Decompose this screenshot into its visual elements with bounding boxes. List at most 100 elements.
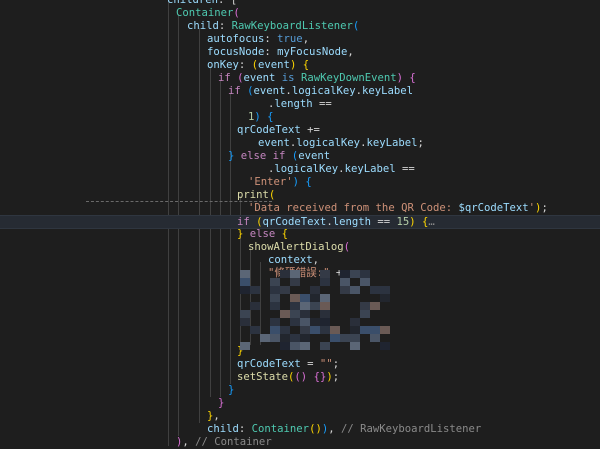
code-line[interactable]: print( — [0, 189, 600, 202]
code-token: ; — [541, 202, 548, 214]
code-token: : — [264, 33, 278, 45]
code-line[interactable]: onKey: (event) { — [0, 59, 600, 72]
code-line[interactable]: child: RawKeyboardListener( — [0, 20, 600, 33]
folded-region-indicator[interactable]: … — [428, 216, 434, 228]
code-line[interactable]: } — [0, 397, 600, 410]
code-line-text: .length == — [268, 98, 332, 111]
redaction-pixel — [320, 278, 330, 286]
code-line-text: focusNode: myFocusNode, — [207, 46, 354, 59]
code-token: Container — [251, 423, 310, 435]
code-line-text: 1) { — [248, 111, 274, 124]
code-line-text: child: RawKeyboardListener( — [187, 20, 359, 33]
redaction-pixel — [280, 310, 290, 318]
code-token: { — [409, 72, 416, 84]
code-line[interactable]: ), // Container — [0, 436, 600, 449]
code-line[interactable]: "條碼錯誤:" + — [0, 267, 600, 280]
code-line-text: showAlertDialog( — [248, 241, 350, 254]
redaction-pixel — [310, 318, 320, 326]
redaction-pixel — [270, 326, 280, 334]
code-token: // Container — [195, 436, 272, 448]
code-token: , — [328, 423, 341, 435]
code-token: ( — [249, 216, 263, 228]
code-token: ( — [240, 85, 254, 97]
code-token: == — [312, 98, 332, 110]
redaction-pixel — [290, 294, 300, 302]
code-line[interactable]: Container( — [0, 7, 600, 20]
redaction-pixel — [240, 310, 250, 318]
code-line[interactable]: .logicalKey.keyLabel == — [0, 163, 600, 176]
redaction-pixel — [260, 334, 270, 342]
code-line[interactable]: 'Enter') { — [0, 176, 600, 189]
redaction-pixel — [350, 270, 360, 278]
code-line[interactable]: children: [ — [0, 0, 600, 7]
code-line[interactable]: qrCodeText = ""; — [0, 358, 600, 371]
code-token: setState — [237, 371, 289, 383]
code-token: , — [312, 254, 320, 266]
redaction-pixel — [320, 294, 330, 302]
redaction-pixel — [350, 326, 360, 334]
code-token: children — [167, 0, 219, 6]
code-token: showAlertDialog — [248, 241, 344, 253]
redaction-pixel — [290, 302, 300, 310]
code-line-text: } else if (event — [228, 150, 330, 163]
code-line[interactable]: 1) { — [0, 111, 600, 124]
code-token: keyLabel — [361, 85, 414, 97]
redaction-pixel — [280, 342, 290, 350]
redaction-pixel — [240, 278, 250, 286]
code-line[interactable]: } — [0, 384, 600, 397]
code-line[interactable]: showAlertDialog( — [0, 241, 600, 254]
redaction-pixel — [270, 286, 280, 294]
code-line[interactable]: context, — [0, 254, 600, 267]
code-line[interactable]: }, — [0, 410, 600, 423]
code-token: event — [258, 137, 290, 149]
code-line[interactable]: } else { — [0, 228, 600, 241]
code-line-text: qrCodeText += — [237, 124, 320, 137]
code-line[interactable]: qrCodeText += — [0, 124, 600, 137]
redaction-pixel — [250, 302, 260, 310]
code-token: { — [281, 228, 289, 240]
code-token: autofocus — [207, 33, 265, 45]
redaction-pixel — [350, 342, 360, 350]
code-line[interactable]: setState(() {}); — [0, 371, 600, 384]
code-line[interactable]: 'Data received from the QR Code: $qrCode… — [0, 202, 600, 215]
code-line[interactable]: if (event.logicalKey.keyLabel — [0, 85, 600, 98]
redaction-pixel — [240, 342, 250, 350]
code-token: child — [187, 20, 219, 32]
redaction-pixel — [350, 334, 360, 342]
redaction-pixel — [360, 302, 370, 310]
redaction-pixel — [290, 278, 300, 286]
code-token: ) — [409, 216, 423, 228]
code-token: ( — [230, 72, 244, 84]
code-line[interactable]: focusNode: myFocusNode, — [0, 46, 600, 59]
code-editor[interactable]: children: [Container(child: RawKeyboardL… — [0, 0, 600, 449]
code-token: event — [298, 150, 331, 162]
current-code-line[interactable]: if (qrCodeText.length == 15) {… — [0, 215, 600, 229]
redaction-pixel — [270, 302, 280, 310]
code-line[interactable]: event.logicalKey.keyLabel; — [0, 137, 600, 150]
code-token: : — [238, 423, 252, 435]
code-token: is — [275, 72, 301, 84]
redaction-pixel — [280, 326, 290, 334]
code-token: : — [264, 46, 278, 58]
code-token: } — [228, 384, 235, 396]
redaction-pixel — [360, 278, 370, 286]
redaction-pixel — [240, 318, 250, 326]
code-line[interactable]: child: Container()), // RawKeyboardListe… — [0, 423, 600, 436]
code-line-text: ), // Container — [176, 436, 272, 449]
code-line[interactable]: if (event is RawKeyDownEvent) { — [0, 72, 600, 85]
redaction-pixel — [340, 286, 350, 294]
code-line[interactable]: } else if (event — [0, 150, 600, 163]
code-line[interactable]: .length == — [0, 98, 600, 111]
code-line[interactable]: autofocus: true, — [0, 33, 600, 46]
code-token: keyLabel — [344, 163, 396, 175]
code-line-text: .logicalKey.keyLabel == — [268, 163, 415, 176]
redaction-pixel — [340, 270, 350, 278]
redaction-pixel — [360, 270, 370, 278]
redaction-pixel — [340, 278, 350, 286]
redaction-pixel — [300, 294, 310, 302]
code-token: $qrCodeText — [458, 202, 529, 214]
code-token: else — [243, 228, 282, 240]
code-token: == — [395, 163, 415, 175]
redaction-pixel — [320, 302, 330, 310]
code-token: print — [237, 189, 269, 201]
